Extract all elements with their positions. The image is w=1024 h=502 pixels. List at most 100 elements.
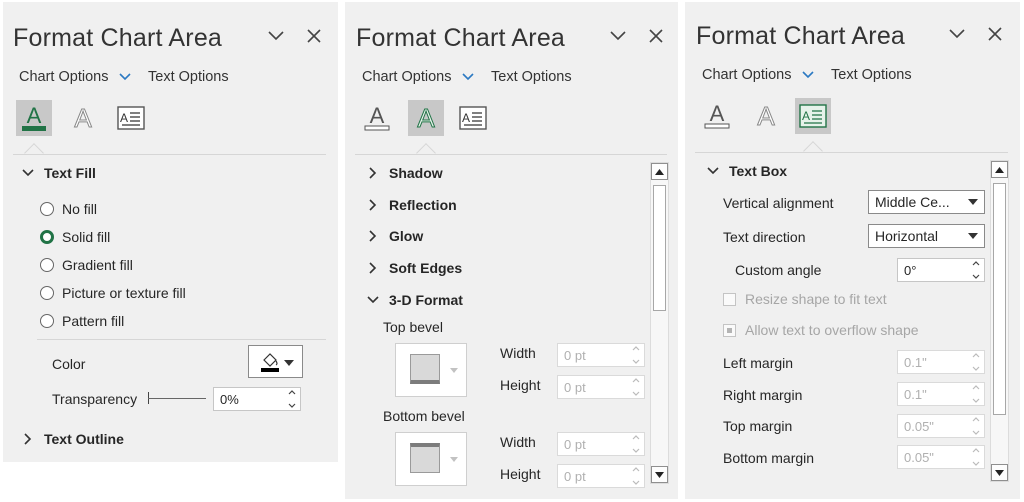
radio-no-fill[interactable]: No fill [40, 201, 97, 217]
close-icon[interactable] [303, 25, 325, 47]
spinner[interactable] [971, 261, 981, 279]
text-effects-tab[interactable]: A [65, 100, 101, 136]
close-icon[interactable] [984, 23, 1006, 45]
pane-title: Format Chart Area [356, 24, 565, 53]
section-soft-edges[interactable]: Soft Edges [365, 260, 462, 276]
radio-button[interactable] [40, 286, 54, 300]
spinner[interactable] [631, 435, 641, 453]
top-margin-input[interactable]: 0.05" [897, 414, 985, 438]
spin-up-icon [288, 390, 296, 395]
radio-gradient-fill[interactable]: Gradient fill [40, 257, 133, 273]
tab-chart-options[interactable]: Chart Options [702, 67, 814, 83]
bottom-margin-input[interactable]: 0.05" [897, 445, 985, 469]
svg-text:A: A [462, 111, 470, 125]
spin-up-icon [632, 346, 640, 351]
radio-button[interactable] [40, 230, 54, 244]
spinner[interactable] [631, 378, 641, 396]
bottom-width-input[interactable]: 0 pt [557, 432, 645, 456]
radio-button[interactable] [40, 202, 54, 216]
chevron-right-icon [20, 433, 36, 445]
text-fill-icon: A [21, 103, 47, 133]
section-label: Glow [389, 228, 423, 244]
spin-up-icon [632, 467, 640, 472]
dropdown-value: Horizontal [875, 228, 938, 244]
text-fill-outline-tab[interactable]: A [699, 98, 735, 134]
tab-chart-options-label: Chart Options [362, 69, 451, 85]
radio-button[interactable] [40, 258, 54, 272]
vertical-alignment-dropdown[interactable]: Middle Ce... [868, 190, 985, 214]
tab-chart-options[interactable]: Chart Options [362, 69, 474, 85]
field-value: 0 pt [564, 469, 586, 484]
chevron-down-icon [462, 69, 474, 85]
left-margin-input[interactable]: 0.1" [897, 350, 985, 374]
text-effects-tab[interactable]: A [748, 98, 784, 134]
chevron-down-icon[interactable] [265, 25, 287, 47]
scroll-up-button[interactable] [651, 163, 668, 180]
top-width-input[interactable]: 0 pt [557, 343, 645, 367]
vertical-scrollbar[interactable] [650, 162, 669, 484]
radio-picture-fill[interactable]: Picture or texture fill [40, 285, 186, 301]
spinner[interactable] [971, 448, 981, 466]
textbox-tab[interactable]: A [795, 98, 831, 134]
tab-text-options[interactable]: Text Options [491, 69, 572, 85]
spinner[interactable] [287, 390, 297, 408]
scroll-up-button[interactable] [991, 161, 1008, 178]
text-fill-outline-tab[interactable]: A [16, 100, 52, 136]
scroll-down-button[interactable] [991, 464, 1008, 481]
top-height-input[interactable]: 0 pt [557, 375, 645, 399]
spin-down-icon [972, 430, 980, 435]
field-value: 0 pt [564, 437, 586, 452]
color-picker-button[interactable] [248, 345, 303, 378]
section-3d-format[interactable]: 3-D Format [365, 292, 463, 308]
close-icon[interactable] [645, 25, 667, 47]
field-value: 0 pt [564, 348, 586, 363]
spinner[interactable] [631, 346, 641, 364]
dropdown-arrow-icon [450, 368, 458, 373]
format-pane-text-fill: Format Chart Area Chart Options Text Opt… [3, 2, 338, 462]
chevron-down-icon[interactable] [946, 23, 968, 45]
transparency-slider[interactable] [148, 392, 206, 404]
chevron-down-icon[interactable] [607, 25, 629, 47]
radio-solid-fill[interactable]: Solid fill [40, 229, 110, 245]
textbox-tab[interactable]: A [455, 100, 491, 136]
transparency-label: Transparency [52, 391, 137, 407]
bottom-bevel-picker[interactable] [395, 432, 467, 486]
bottom-height-input[interactable]: 0 pt [557, 464, 645, 488]
text-fill-outline-tab[interactable]: A [359, 100, 395, 136]
spinner[interactable] [971, 353, 981, 371]
section-text-box[interactable]: Text Box [705, 163, 787, 179]
tab-text-options[interactable]: Text Options [148, 69, 229, 85]
tab-text-options[interactable]: Text Options [831, 67, 912, 83]
section-reflection[interactable]: Reflection [365, 197, 457, 213]
vertical-scrollbar[interactable] [990, 160, 1009, 482]
tab-chart-options[interactable]: Chart Options [19, 69, 131, 85]
section-glow[interactable]: Glow [365, 228, 423, 244]
text-direction-dropdown[interactable]: Horizontal [868, 224, 985, 248]
scroll-thumb[interactable] [993, 183, 1006, 415]
section-shadow[interactable]: Shadow [365, 165, 443, 181]
scroll-down-button[interactable] [651, 466, 668, 483]
transparency-input[interactable]: 0% [213, 387, 301, 411]
textbox-tab[interactable]: A [113, 100, 149, 136]
spin-down-icon [972, 274, 980, 279]
chevron-down-icon [20, 169, 36, 177]
spinner[interactable] [971, 385, 981, 403]
top-bevel-picker[interactable] [395, 343, 467, 397]
radio-button[interactable] [40, 314, 54, 328]
radio-pattern-fill[interactable]: Pattern fill [40, 313, 124, 329]
right-margin-input[interactable]: 0.1" [897, 382, 985, 406]
chevron-down-icon [119, 69, 131, 85]
spinner[interactable] [631, 467, 641, 485]
custom-angle-input[interactable]: 0° [897, 258, 985, 282]
spin-up-icon [632, 378, 640, 383]
text-effects-tab[interactable]: A [408, 100, 444, 136]
allow-overflow-checkbox-row[interactable]: Allow text to overflow shape [723, 322, 919, 338]
checkbox[interactable] [723, 293, 736, 306]
spinner[interactable] [971, 417, 981, 435]
scroll-thumb[interactable] [653, 185, 666, 311]
section-text-outline[interactable]: Text Outline [20, 431, 124, 447]
checkbox[interactable] [723, 324, 736, 337]
resize-shape-checkbox-row[interactable]: Resize shape to fit text [723, 291, 887, 307]
dropdown-value: Middle Ce... [875, 194, 950, 210]
section-text-fill[interactable]: Text Fill [20, 165, 96, 181]
